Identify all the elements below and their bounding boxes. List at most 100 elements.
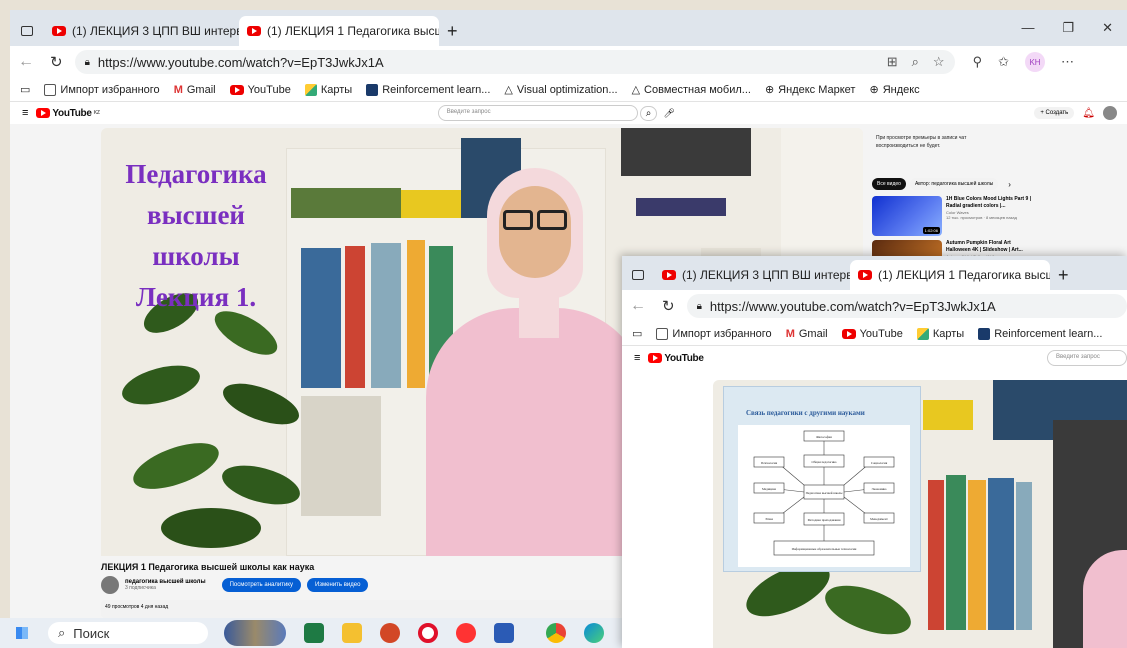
tab-lecture-1[interactable]: (1) ЛЕКЦИЯ 1 Педагогика высше ✕ xyxy=(850,260,1050,290)
bookmark-maps[interactable]: Карты xyxy=(916,327,964,340)
node-label: Экономика xyxy=(872,487,888,491)
tab-actions-icon[interactable] xyxy=(10,16,44,46)
video-player-front[interactable]: Связь педагогики с другими науками Филос… xyxy=(713,380,1127,648)
file-explorer-icon[interactable] xyxy=(342,623,362,643)
word-icon[interactable] xyxy=(494,623,514,643)
bookmark-import[interactable]: Импорт избранного xyxy=(656,327,772,340)
voice-search-icon[interactable]: 🎤︎ xyxy=(663,108,674,119)
tab-lecture-3[interactable]: (1) ЛЕКЦИЯ 3 ЦПП ВШ интервью ✕ xyxy=(44,16,239,46)
windows-taskbar: ⌕ Поиск xyxy=(0,618,622,648)
youtube-logo[interactable]: YouTube xyxy=(648,353,704,364)
url-field[interactable]: 🔒︎ https://www.youtube.com/watch?v=EpT3J… xyxy=(74,50,955,74)
bookmark-gmail[interactable]: M Gmail xyxy=(174,84,216,96)
lock-icon: 🔒︎ xyxy=(696,300,702,312)
reload-icon[interactable]: ↻ xyxy=(662,297,675,315)
node-label: Психология xyxy=(761,461,778,465)
bookmark-reinforcement[interactable]: Reinforcement learn... xyxy=(978,327,1102,340)
bookmark-yandex[interactable]: ⊕ Яндекс xyxy=(869,83,919,97)
tab-actions-icon[interactable] xyxy=(622,260,654,290)
new-tab-button[interactable]: + xyxy=(439,16,469,46)
favorite-star-icon[interactable]: ☆ xyxy=(933,54,945,70)
windows-start-icon[interactable] xyxy=(16,627,28,639)
channel-avatar[interactable] xyxy=(101,576,119,594)
channel-row: педагогика высшей школы 3 подписчика Пос… xyxy=(101,576,369,594)
close-window-icon[interactable]: ✕ xyxy=(1102,20,1113,36)
views-info: 49 просмотров 4 дня назад xyxy=(101,600,621,618)
site-icon xyxy=(366,83,379,96)
bookmark-import[interactable]: Импорт избранного xyxy=(44,83,160,96)
back-icon[interactable]: ← xyxy=(630,297,646,315)
node-label: Общая педагогика xyxy=(812,460,838,464)
edge-icon[interactable] xyxy=(584,623,604,643)
node-label: Методика преподавания xyxy=(808,518,841,522)
search-icon[interactable]: ⌕ xyxy=(639,105,658,121)
opera-icon[interactable] xyxy=(418,623,438,643)
filter-author[interactable]: Автор: педагогика высшей школы xyxy=(909,178,999,190)
tab-title: (1) ЛЕКЦИЯ 1 Педагогика высше xyxy=(267,24,439,38)
search-input[interactable]: Введите запрос xyxy=(437,105,638,121)
url-field[interactable]: 🔒︎ https://www.youtube.com/watch?v=EpT3J… xyxy=(686,294,1127,318)
new-tab-button[interactable]: + xyxy=(1050,260,1080,290)
youtube-header: ≡ YouTube Введите запрос xyxy=(622,346,1127,370)
video-overlay-title: Педагогика высшей школы Лекция 1. xyxy=(125,159,267,312)
notifications-bell-icon[interactable]: 🔔︎ xyxy=(1082,108,1095,119)
sidebar-toggle-icon[interactable]: ▭ xyxy=(20,83,30,96)
excel-icon[interactable] xyxy=(304,623,324,643)
youtube-logo[interactable]: YouTube KZ xyxy=(36,108,100,119)
create-button[interactable]: + Создать xyxy=(1034,107,1075,119)
relationship-diagram: Философия Общая педагогика Психология Со… xyxy=(753,430,895,556)
filter-chips: Все видео Автор: педагогика высшей школы… xyxy=(872,178,1011,190)
channel-avatar[interactable] xyxy=(1103,106,1117,120)
bookmark-reinforcement[interactable]: Reinforcement learn... xyxy=(366,83,490,96)
node-label: Социология xyxy=(871,461,888,465)
bookmark-shared-mobile[interactable]: △ Совместная мобил... xyxy=(632,83,751,97)
tab-lecture-3[interactable]: (1) ЛЕКЦИЯ 3 ЦПП ВШ интервью ✕ xyxy=(654,260,850,290)
maps-icon xyxy=(916,327,929,340)
restore-icon[interactable]: ❐ xyxy=(1062,20,1074,36)
favorites-icon[interactable]: ✩ xyxy=(998,54,1009,70)
youtube-favicon-icon xyxy=(247,26,261,36)
profile-avatar[interactable]: KH xyxy=(1025,52,1046,72)
minimize-icon[interactable]: — xyxy=(1021,20,1034,36)
edit-video-button[interactable]: Изменить видео xyxy=(306,578,369,592)
recommendation-item[interactable]: 1:02:06 1H Blue Colors Mood Lights Part … xyxy=(872,196,1034,236)
tab-title: (1) ЛЕКЦИЯ 3 ЦПП ВШ интервью xyxy=(72,24,239,38)
back-icon[interactable]: ← xyxy=(18,53,34,71)
menu-icon[interactable]: ≡ xyxy=(22,107,28,119)
menu-icon[interactable]: ≡ xyxy=(634,352,640,364)
reload-icon[interactable]: ↻ xyxy=(50,53,63,71)
zoom-icon[interactable]: ⌕ xyxy=(912,54,919,70)
bookmark-youtube[interactable]: YouTube xyxy=(229,84,291,96)
chevron-right-icon[interactable]: › xyxy=(1008,180,1011,189)
bookmark-maps[interactable]: Карты xyxy=(304,83,352,96)
analytics-button[interactable]: Посмотреть аналитику xyxy=(221,578,301,592)
more-menu-icon[interactable]: ⋯ xyxy=(1061,54,1074,70)
tab-strip: (1) ЛЕКЦИЯ 3 ЦПП ВШ интервью ✕ (1) ЛЕКЦИ… xyxy=(10,10,1127,46)
slide-diagram: Философия Общая педагогика Психология Со… xyxy=(738,425,910,567)
youtube-favicon-icon xyxy=(662,270,676,280)
powerpoint-icon[interactable] xyxy=(380,623,400,643)
chat-notice: При просмотре премьеры в записи чат восп… xyxy=(876,135,967,149)
reading-mode-icon[interactable]: ⊞ xyxy=(887,54,898,70)
taskbar-search[interactable]: ⌕ Поиск xyxy=(48,622,208,644)
yandex-browser-icon[interactable] xyxy=(456,623,476,643)
tab-lecture-1[interactable]: (1) ЛЕКЦИЯ 1 Педагогика высше ✕ xyxy=(239,16,439,46)
gmail-icon: M xyxy=(785,327,795,340)
bookmark-youtube[interactable]: YouTube xyxy=(841,328,903,340)
bookmark-visual-optimization[interactable]: △ Visual optimization... xyxy=(504,83,617,97)
import-icon xyxy=(44,83,57,96)
bookmark-gmail[interactable]: M Gmail xyxy=(786,328,828,340)
extensions-icon[interactable]: ⚲ xyxy=(973,54,983,70)
filter-all[interactable]: Все видео xyxy=(872,178,906,190)
sidebar-toggle-icon[interactable]: ▭ xyxy=(632,327,642,340)
news-widget-icon[interactable] xyxy=(224,620,286,646)
node-label: Менеджмент xyxy=(870,517,888,521)
video-title: ЛЕКЦИЯ 1 Педагогика высшей школы как нау… xyxy=(101,562,315,572)
bookmark-yandex-market[interactable]: ⊕ Яндекс Маркет xyxy=(765,83,856,97)
thumbnail: 1:02:06 xyxy=(872,196,942,236)
search-input[interactable]: Введите запрос xyxy=(1047,350,1127,366)
chrome-icon[interactable] xyxy=(546,623,566,643)
youtube-favicon-icon xyxy=(858,270,872,280)
lock-icon: 🔒︎ xyxy=(84,56,90,68)
plant-decoration xyxy=(101,278,321,556)
